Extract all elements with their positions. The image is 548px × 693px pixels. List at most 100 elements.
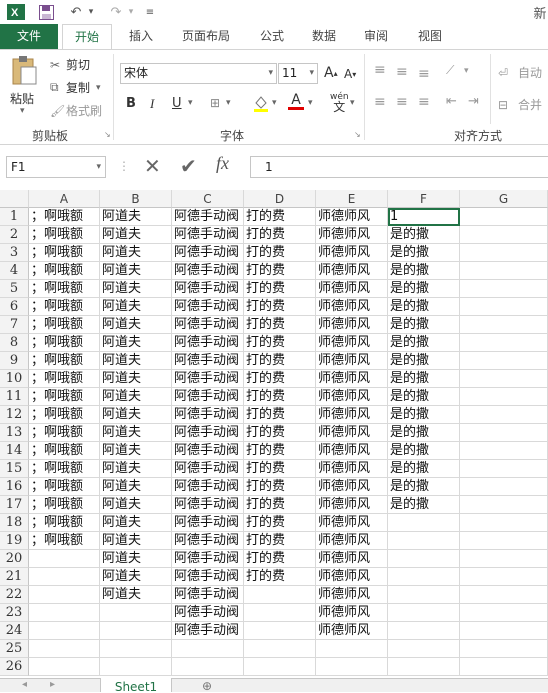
cell-c-26[interactable] [172, 658, 244, 676]
row-header[interactable]: 9 [0, 352, 29, 370]
cell-c-22[interactable]: 阿德手动阀 [172, 586, 244, 604]
cell-e-15[interactable]: 师德师风 [316, 460, 388, 478]
cell-c-13[interactable]: 阿德手动阀 [172, 424, 244, 442]
cell-g-22[interactable] [460, 586, 548, 604]
cell-g-4[interactable] [460, 262, 548, 280]
cell-e-9[interactable]: 师德师风 [316, 352, 388, 370]
column-header-a[interactable]: A [29, 190, 100, 208]
cell-a-25[interactable] [29, 640, 100, 658]
cell-f-14[interactable]: 是的撒 [388, 442, 460, 460]
cell-g-18[interactable] [460, 514, 548, 532]
increase-indent-icon[interactable]: ⇥ [468, 94, 479, 109]
sheet-scroll-right-icon[interactable]: ▸ [50, 679, 55, 691]
cell-f-26[interactable] [388, 658, 460, 676]
cell-g-9[interactable] [460, 352, 548, 370]
cell-c-3[interactable]: 阿德手动阀 [172, 244, 244, 262]
cell-a-18[interactable]: ；啊哦额 [29, 514, 100, 532]
decrease-indent-icon[interactable]: ⇤ [446, 94, 457, 109]
copy-button[interactable]: ⧉ 复制 ▾ [50, 79, 101, 96]
cell-d-11[interactable]: 打的费 [244, 388, 316, 406]
customize-toolbar-icon[interactable]: ≡ [144, 3, 156, 21]
cell-d-17[interactable]: 打的费 [244, 496, 316, 514]
insert-function-button[interactable]: fx [216, 153, 229, 174]
tab-page-layout[interactable]: 页面布局 [172, 24, 240, 49]
cell-f-20[interactable] [388, 550, 460, 568]
cell-e-19[interactable]: 师德师风 [316, 532, 388, 550]
wrap-text-button[interactable]: ⏎ 自动 [498, 64, 542, 81]
cell-b-1[interactable]: 阿道夫 [100, 208, 172, 226]
cell-a-5[interactable]: ；啊哦额 [29, 280, 100, 298]
font-color-dropdown-icon[interactable]: ▾ [308, 98, 313, 108]
cell-d-16[interactable]: 打的费 [244, 478, 316, 496]
cell-c-5[interactable]: 阿德手动阀 [172, 280, 244, 298]
tab-view[interactable]: 视图 [408, 24, 452, 49]
cell-g-2[interactable] [460, 226, 548, 244]
cell-c-10[interactable]: 阿德手动阀 [172, 370, 244, 388]
paste-dropdown-icon[interactable]: ▾ [20, 106, 25, 116]
cell-f-8[interactable]: 是的撒 [388, 334, 460, 352]
row-header[interactable]: 25 [0, 640, 29, 658]
column-header-d[interactable]: D [244, 190, 316, 208]
column-header-f[interactable]: F [388, 190, 460, 208]
align-middle-icon[interactable]: ≡ [396, 64, 408, 80]
cell-a-4[interactable]: ；啊哦额 [29, 262, 100, 280]
cell-b-14[interactable]: 阿道夫 [100, 442, 172, 460]
cell-b-9[interactable]: 阿道夫 [100, 352, 172, 370]
cell-b-4[interactable]: 阿道夫 [100, 262, 172, 280]
row-header[interactable]: 11 [0, 388, 29, 406]
cell-f-3[interactable]: 是的撒 [388, 244, 460, 262]
cell-d-18[interactable]: 打的费 [244, 514, 316, 532]
increase-font-icon[interactable]: A ▴ [324, 65, 338, 81]
cell-d-3[interactable]: 打的费 [244, 244, 316, 262]
cell-f-19[interactable] [388, 532, 460, 550]
cell-g-19[interactable] [460, 532, 548, 550]
cell-b-6[interactable]: 阿道夫 [100, 298, 172, 316]
font-launcher-icon[interactable]: ↘ [354, 130, 361, 139]
phonetic-button[interactable]: wén 文 [330, 92, 349, 113]
cell-f-12[interactable]: 是的撒 [388, 406, 460, 424]
tab-file[interactable]: 文件 [0, 24, 58, 49]
cell-g-11[interactable] [460, 388, 548, 406]
align-top-icon[interactable]: ≡ [374, 62, 386, 78]
cell-f-16[interactable]: 是的撒 [388, 478, 460, 496]
fill-color-dropdown-icon[interactable]: ▾ [272, 98, 277, 108]
cell-e-23[interactable]: 师德师风 [316, 604, 388, 622]
cell-g-13[interactable] [460, 424, 548, 442]
cell-e-25[interactable] [316, 640, 388, 658]
cell-a-21[interactable] [29, 568, 100, 586]
cell-c-6[interactable]: 阿德手动阀 [172, 298, 244, 316]
row-header[interactable]: 13 [0, 424, 29, 442]
cell-d-25[interactable] [244, 640, 316, 658]
cell-a-6[interactable]: ；啊哦额 [29, 298, 100, 316]
cell-f-17[interactable]: 是的撒 [388, 496, 460, 514]
cell-f-25[interactable] [388, 640, 460, 658]
cell-a-2[interactable]: ；啊哦额 [29, 226, 100, 244]
cell-a-1[interactable]: ；啊哦额 [29, 208, 100, 226]
cell-g-14[interactable] [460, 442, 548, 460]
cell-a-24[interactable] [29, 622, 100, 640]
cell-f-22[interactable] [388, 586, 460, 604]
cell-g-8[interactable] [460, 334, 548, 352]
cell-c-7[interactable]: 阿德手动阀 [172, 316, 244, 334]
row-header[interactable]: 4 [0, 262, 29, 280]
select-all-corner[interactable] [0, 190, 29, 208]
cell-g-3[interactable] [460, 244, 548, 262]
cell-e-7[interactable]: 师德师风 [316, 316, 388, 334]
cell-d-6[interactable]: 打的费 [244, 298, 316, 316]
font-color-button[interactable]: A [288, 93, 304, 110]
cell-b-10[interactable]: 阿道夫 [100, 370, 172, 388]
cell-c-18[interactable]: 阿德手动阀 [172, 514, 244, 532]
row-header[interactable]: 19 [0, 532, 29, 550]
cell-d-9[interactable]: 打的费 [244, 352, 316, 370]
cell-f-4[interactable]: 是的撒 [388, 262, 460, 280]
sheet-scroll-left-icon[interactable]: ◂ [22, 679, 27, 691]
cell-f-24[interactable] [388, 622, 460, 640]
cell-b-5[interactable]: 阿道夫 [100, 280, 172, 298]
row-header[interactable]: 23 [0, 604, 29, 622]
cell-g-17[interactable] [460, 496, 548, 514]
save-icon[interactable] [36, 3, 56, 21]
decrease-font-icon[interactable]: A ▾ [344, 67, 356, 81]
orientation-icon[interactable]: ⟋ [446, 63, 454, 78]
clipboard-launcher-icon[interactable]: ↘ [104, 130, 111, 139]
align-bottom-icon[interactable]: ≡ [418, 66, 430, 82]
